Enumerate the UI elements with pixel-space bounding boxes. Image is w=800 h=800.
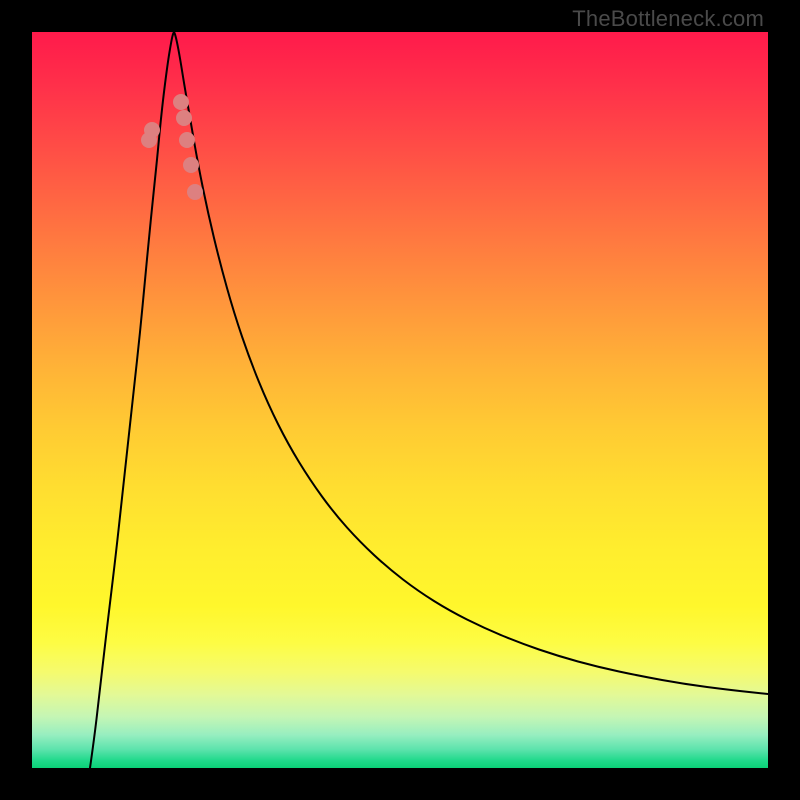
marker-dot [187, 184, 203, 200]
marker-dot [179, 132, 195, 148]
watermark-text: TheBottleneck.com [572, 6, 764, 32]
curve-layer [32, 32, 768, 768]
plot-area [32, 32, 768, 768]
marker-dot [176, 110, 192, 126]
chart-frame: TheBottleneck.com [0, 0, 800, 800]
marker-dot [173, 94, 189, 110]
marker-dot [183, 157, 199, 173]
marker-dots [141, 94, 203, 200]
marker-dot [144, 122, 160, 138]
